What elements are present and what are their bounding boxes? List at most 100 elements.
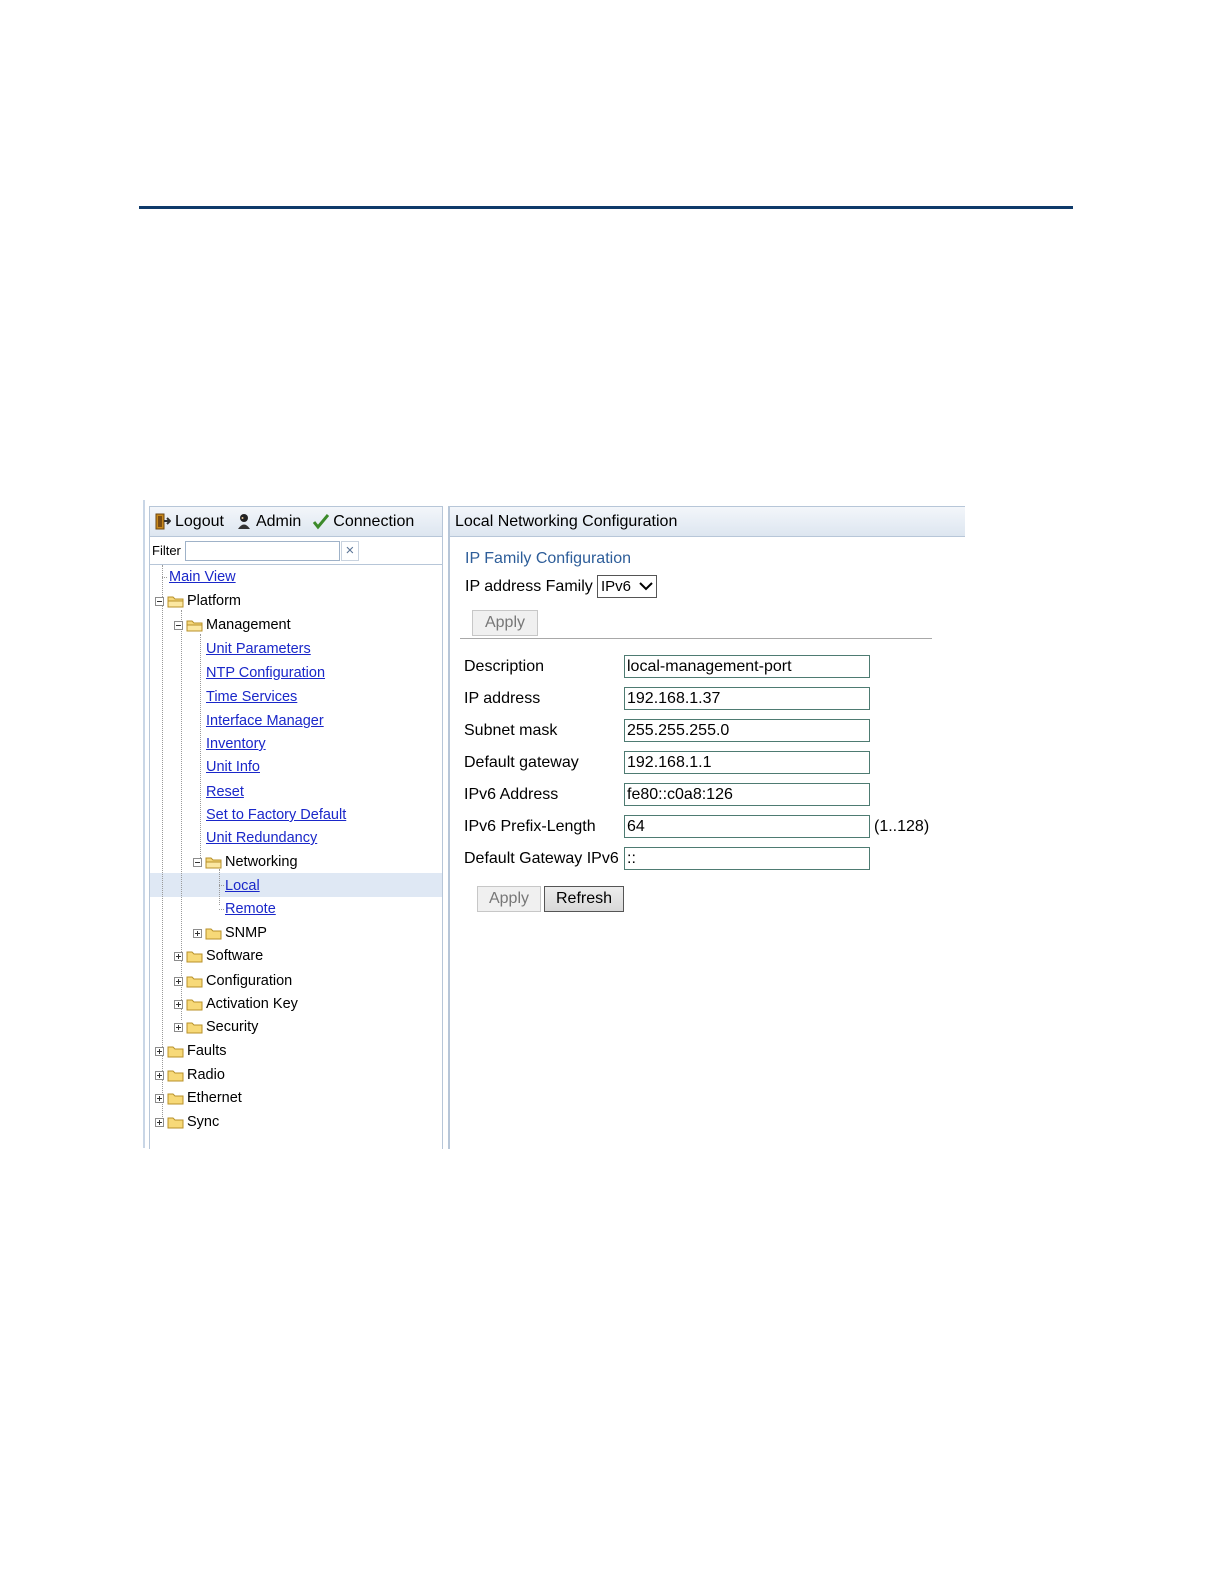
ipv6-address-label: IPv6 Address [464, 786, 559, 803]
tree-connector [200, 634, 201, 866]
tree-connector [162, 577, 167, 578]
folder-icon [167, 1070, 184, 1081]
logout-icon [155, 513, 171, 530]
navigation-panel: Logout Admin Connection Filter × Main Vi… [149, 506, 443, 1149]
collapse-icon[interactable] [193, 857, 202, 867]
filter-bar: Filter × [150, 537, 442, 565]
default-gateway-field[interactable]: 192.168.1.1 [624, 751, 870, 774]
folder-icon [167, 1117, 184, 1128]
folder-icon [186, 999, 203, 1010]
expand-icon[interactable] [155, 1046, 164, 1056]
subnet-mask-field[interactable]: 255.255.255.0 [624, 719, 870, 742]
tree-item-label: Sync [187, 1114, 220, 1130]
page-divider [139, 206, 1073, 209]
tree-item-security[interactable]: Security [174, 1015, 258, 1039]
apply-button[interactable]: Apply [477, 886, 541, 912]
chevron-down-icon [639, 582, 653, 591]
tree-item-label: Local [225, 878, 260, 894]
expand-icon[interactable] [174, 999, 183, 1009]
tree-item-inventory[interactable]: Inventory [206, 732, 266, 756]
tree-item-networking[interactable]: Networking [193, 850, 298, 874]
tree-item-set-to-factory-default[interactable]: Set to Factory Default [206, 803, 346, 827]
description-field[interactable]: local-management-port [624, 655, 870, 678]
expand-icon[interactable] [174, 1022, 183, 1032]
folder-icon [186, 976, 203, 987]
ip-family-select[interactable]: IPv6 [597, 575, 657, 598]
expand-icon[interactable] [174, 951, 183, 961]
tree-item-label: Management [206, 617, 291, 633]
tree-item-configuration[interactable]: Configuration [174, 969, 292, 993]
tree-item-sync[interactable]: Sync [155, 1110, 219, 1134]
tree-item-label: Platform [187, 593, 241, 609]
tree-item-main-view[interactable]: Main View [169, 565, 236, 589]
tree-item-ethernet[interactable]: Ethernet [155, 1086, 242, 1110]
tree-item-interface-manager[interactable]: Interface Manager [206, 709, 324, 733]
tree-item-time-services[interactable]: Time Services [206, 685, 297, 709]
panel-title: Local Networking Configuration [450, 507, 965, 537]
ip-address-label: IP address [464, 690, 541, 707]
collapse-icon[interactable] [155, 596, 164, 606]
prefix-length-range: (1..128) [874, 818, 930, 835]
tree-item-local[interactable]: Local [225, 874, 260, 898]
tree-item-radio[interactable]: Radio [155, 1063, 225, 1087]
tree-item-label: Security [206, 1019, 259, 1035]
tree-item-faults[interactable]: Faults [155, 1039, 227, 1063]
tree-item-label: Software [206, 948, 264, 964]
tree-item-platform[interactable]: Platform [155, 589, 241, 613]
tree-item-software[interactable]: Software [174, 944, 263, 968]
expand-icon[interactable] [193, 928, 202, 938]
tree-item-label: Inventory [206, 736, 266, 752]
top-toolbar: Logout Admin Connection [150, 507, 442, 537]
screenshot-frame: Logout Admin Connection Filter × Main Vi… [143, 500, 965, 1149]
tree-item-label: Main View [169, 569, 236, 585]
tree-connector [219, 909, 224, 910]
section-divider [460, 638, 932, 639]
ipv6-prefix-length-label: IPv6 Prefix-Length [464, 818, 596, 835]
subnet-mask-label: Subnet mask [464, 722, 558, 739]
connection-label: Connection [333, 512, 415, 530]
tree-item-unit-parameters[interactable]: Unit Parameters [206, 637, 311, 661]
tree-item-management[interactable]: Management [174, 613, 291, 637]
folder-icon [205, 928, 222, 939]
tree-item-ntp-configuration[interactable]: NTP Configuration [206, 661, 325, 685]
tree-item-reset[interactable]: Reset [206, 780, 244, 804]
admin-label: Admin [255, 512, 302, 530]
tree-item-label: SNMP [225, 925, 267, 941]
tree-item-label: Faults [187, 1043, 227, 1059]
clear-filter-button[interactable]: × [340, 540, 359, 561]
expand-icon[interactable] [155, 1117, 164, 1127]
user-icon [237, 514, 250, 529]
description-label: Description [464, 658, 545, 675]
refresh-button[interactable]: Refresh [544, 886, 624, 912]
filter-input[interactable] [184, 540, 340, 561]
tree-connector [219, 885, 224, 886]
tree-item-label: NTP Configuration [206, 665, 326, 681]
tree-item-label: Set to Factory Default [206, 807, 347, 823]
default-gateway-ipv6-field[interactable]: :: [624, 847, 870, 870]
expand-icon[interactable] [155, 1070, 164, 1080]
tree-item-unit-info[interactable]: Unit Info [206, 755, 260, 779]
connection-status[interactable]: Connection [313, 513, 414, 531]
tree-item-activation-key[interactable]: Activation Key [174, 992, 298, 1016]
tree-item-unit-redundancy[interactable]: Unit Redundancy [206, 826, 317, 850]
expand-icon[interactable] [155, 1093, 164, 1103]
folder-icon [167, 1046, 184, 1057]
tree-item-label: Time Services [206, 689, 298, 705]
ipv6-address-field[interactable]: fe80::c0a8:126 [624, 783, 870, 806]
ipv6-prefix-length-field[interactable]: 64 [624, 815, 870, 838]
frame-edge [143, 500, 145, 1148]
ip-address-field[interactable]: 192.168.1.37 [624, 687, 870, 710]
section-title: IP Family Configuration [465, 550, 631, 567]
checkmark-icon [313, 513, 330, 529]
expand-icon[interactable] [174, 976, 183, 986]
default-gateway-label: Default gateway [464, 754, 579, 771]
admin-button[interactable]: Admin [236, 513, 301, 531]
collapse-icon[interactable] [174, 620, 183, 630]
tree-item-label: Unit Redundancy [206, 830, 318, 846]
folder-open-icon [205, 857, 222, 868]
tree-item-label: Configuration [206, 973, 293, 989]
logout-button[interactable]: Logout [155, 513, 224, 531]
tree-item-remote[interactable]: Remote [225, 897, 276, 921]
apply-family-button[interactable]: Apply [472, 610, 538, 636]
tree-item-snmp[interactable]: SNMP [193, 921, 267, 945]
